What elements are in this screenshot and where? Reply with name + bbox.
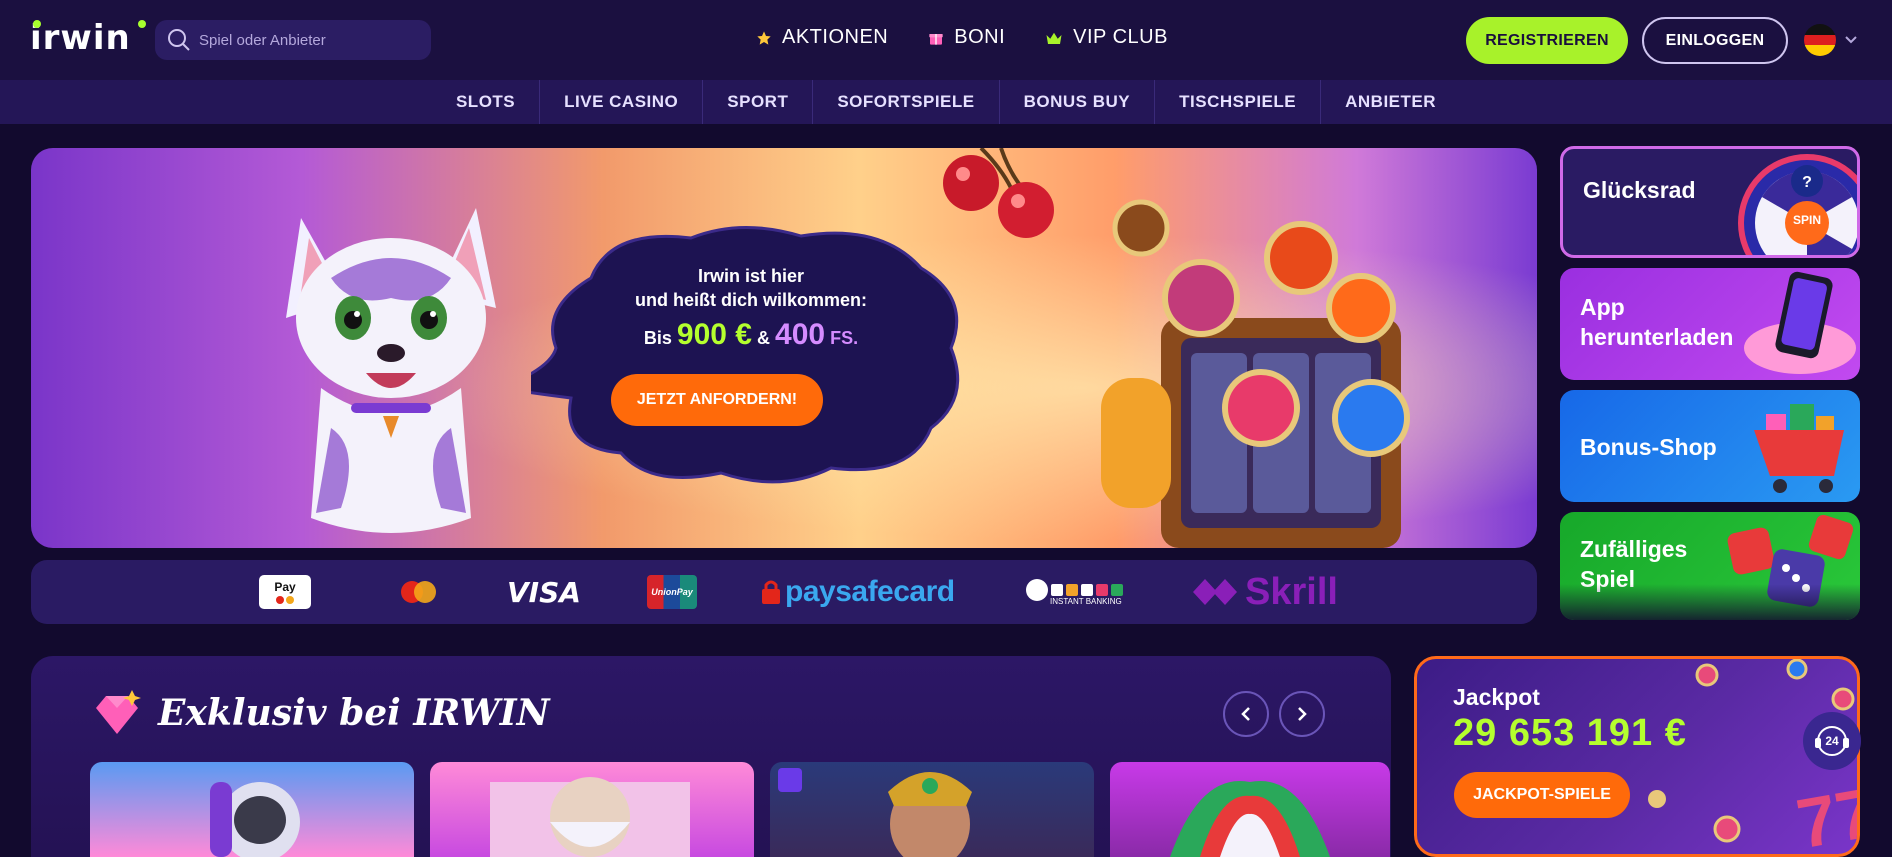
astronaut-dog-illustration: [210, 782, 300, 857]
nav-live-casino[interactable]: LIVE CASINO: [540, 80, 704, 124]
svg-text:77: 77: [1791, 773, 1860, 857]
chevron-down-icon: [1845, 36, 1857, 44]
paysafecard-logo: paysafecard: [761, 560, 955, 624]
instant-banking-logo: INSTANT BANKING: [1026, 560, 1123, 624]
free-spins-unit: FS.: [830, 328, 859, 348]
nav-boni[interactable]: BONI: [928, 26, 1005, 49]
welcome-bonus-line: Bis 900 € & 400 FS.: [571, 318, 931, 352]
exclusive-title: Exklusiv bei IRWIN: [158, 692, 550, 734]
irwin-logo[interactable]: irwin: [30, 18, 146, 58]
card-app-download-title: App herunterladen: [1580, 294, 1734, 350]
welcome-offer: Irwin ist hier und heißt dich wilkommen:…: [571, 264, 931, 352]
card-fade: [1560, 584, 1860, 620]
nav-anbieter[interactable]: ANBIETER: [1321, 80, 1460, 124]
bonus-ampersand: &: [757, 328, 770, 348]
apple-pay-label: Pay: [274, 580, 296, 594]
card-gluecksrad[interactable]: Glücksrad ? SPIN: [1560, 146, 1860, 258]
zeus-illustration: [490, 777, 690, 857]
jackpot-games-button[interactable]: JACKPOT-SPIELE: [1454, 772, 1630, 818]
top-nav: AKTIONEN BONI VIP CLUB: [756, 26, 1168, 49]
support-chat-button[interactable]: 24: [1803, 712, 1861, 770]
mastercard-logo: [401, 560, 436, 624]
card-bonus-shop[interactable]: Bonus-Shop: [1560, 390, 1860, 502]
language-selector[interactable]: [1804, 24, 1858, 56]
bonus-prefix: Bis: [643, 328, 672, 348]
cherries-illustration: [943, 148, 1054, 238]
nav-aktionen-label: AKTIONEN: [782, 26, 889, 48]
nav-sofortspiele[interactable]: SOFORTSPIELE: [813, 80, 1000, 124]
visa-logo: VISA: [507, 575, 581, 609]
jackpot-amount: 29 653 191 €: [1453, 712, 1687, 754]
spin-badge: SPIN: [1793, 213, 1822, 227]
carousel-prev-button[interactable]: [1223, 691, 1269, 737]
germany-flag-icon: [1804, 24, 1836, 56]
nav-boni-label: BONI: [954, 26, 1006, 48]
skrill-logo: Skrill: [1191, 560, 1338, 624]
hero-banner[interactable]: Irwin ist hier und heißt dich wilkommen:…: [31, 148, 1537, 548]
speech-bubble: [531, 225, 960, 484]
jackpot-label: Jackpot: [1453, 684, 1540, 710]
apple-pay-logo: Pay: [259, 560, 311, 624]
logo-dot: [33, 20, 41, 28]
chevron-right-icon: [1298, 707, 1307, 721]
payment-methods-bar: Pay VISA UnionPay paysafecard INSTANT BA…: [31, 560, 1537, 624]
svg-text:?: ?: [1802, 174, 1812, 191]
game-thumbnail[interactable]: [430, 762, 754, 857]
support-label: 24: [1825, 734, 1839, 748]
diamond-icon: [96, 690, 141, 734]
puppy-mascot-illustration: [286, 208, 496, 533]
game-thumbnail[interactable]: [770, 762, 1094, 857]
phone-cloud-icon: [1744, 271, 1856, 374]
card-app-download[interactable]: App herunterladen: [1560, 268, 1860, 380]
carousel-next-button[interactable]: [1279, 691, 1325, 737]
nav-aktionen[interactable]: AKTIONEN: [756, 26, 888, 49]
bonus-amount: 900 €: [676, 318, 752, 351]
nav-sport[interactable]: SPORT: [703, 80, 814, 124]
search-icon: [168, 29, 190, 51]
instant-banking-label: INSTANT BANKING: [1050, 596, 1122, 606]
shopping-cart-icon: [1754, 404, 1844, 493]
search-input[interactable]: [199, 31, 419, 49]
paysafecard-label: paysafecard: [785, 575, 955, 608]
welcome-line-2: und heißt dich wilkommen:: [634, 290, 867, 310]
category-nav: SLOTS LIVE CASINO SPORT SOFORTSPIELE BON…: [0, 80, 1892, 124]
login-button[interactable]: EINLOGGEN: [1642, 17, 1788, 64]
logo-dot: [138, 20, 146, 28]
card-random-game[interactable]: Zufälliges Spiel: [1560, 512, 1860, 620]
logo-text: irwin: [30, 18, 131, 58]
gift-icon: [929, 33, 943, 45]
register-button[interactable]: REGISTRIEREN: [1466, 17, 1628, 64]
lock-icon: [762, 580, 780, 604]
search-bar[interactable]: [155, 20, 431, 60]
card-bonus-shop-title: Bonus-Shop: [1580, 434, 1717, 460]
chevron-left-icon: [1241, 707, 1250, 721]
skrill-label: Skrill: [1245, 570, 1338, 613]
nav-bonus-buy[interactable]: BONUS BUY: [1000, 80, 1156, 124]
game-thumbnail[interactable]: [1110, 762, 1390, 857]
claim-bonus-button[interactable]: JETZT ANFORDERN!: [611, 374, 823, 426]
free-spins-count: 400: [775, 318, 826, 351]
warrior-king-illustration: [778, 768, 972, 857]
feather-mask-illustration: [1170, 780, 1330, 857]
nav-vip-club[interactable]: VIP CLUB: [1045, 26, 1168, 49]
unionpay-logo: UnionPay: [647, 560, 697, 624]
slot-machine-illustration: [1101, 199, 1410, 548]
crown-icon: [1046, 32, 1062, 44]
header: irwin AKTIONEN BONI VIP CLUB REGISTRIERE…: [0, 0, 1892, 80]
card-gluecksrad-title: Glücksrad: [1583, 177, 1696, 203]
welcome-line-1: Irwin ist hier: [697, 266, 805, 286]
nav-slots[interactable]: SLOTS: [432, 80, 541, 124]
wheel-of-fortune-icon: ?: [1738, 154, 1857, 255]
nav-tischspiele[interactable]: TISCHSPIELE: [1155, 80, 1322, 124]
unionpay-label: UnionPay: [647, 575, 697, 609]
skrill-diamond-icon: [1193, 579, 1237, 605]
nav-vip-club-label: VIP CLUB: [1073, 26, 1168, 48]
game-thumbnail[interactable]: [90, 762, 414, 857]
star-icon: [757, 30, 771, 45]
